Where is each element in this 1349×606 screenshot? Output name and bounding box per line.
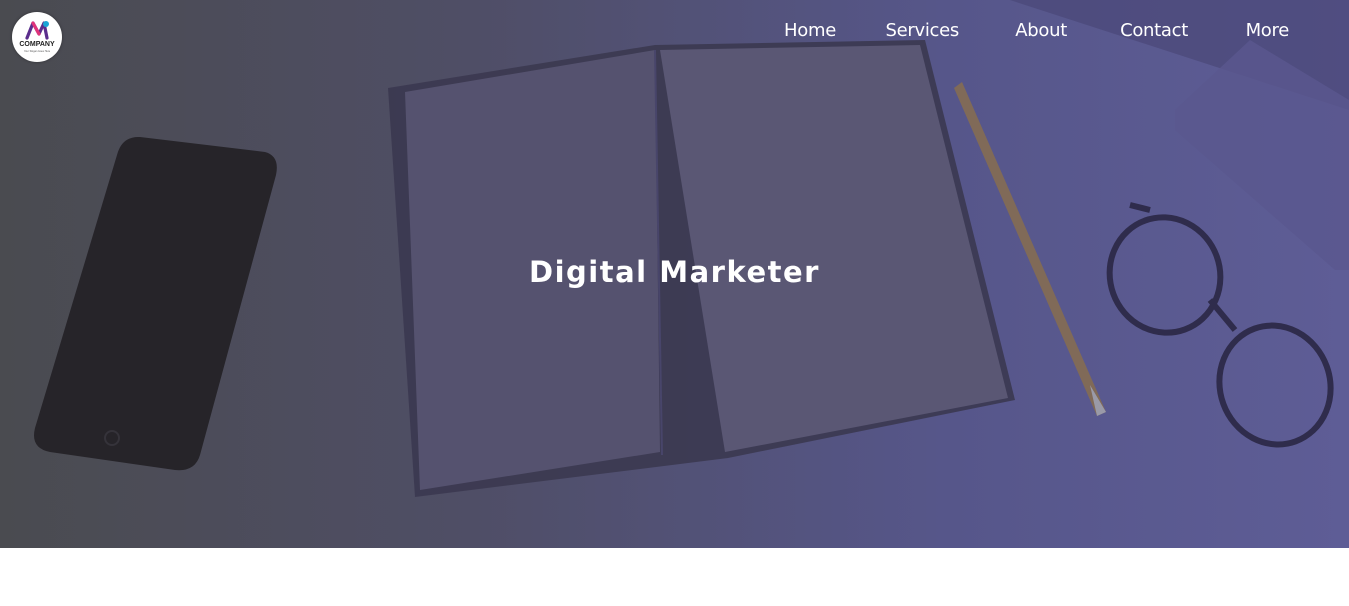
company-logo[interactable]: COMPANY Your Slogan Goes Here <box>12 12 62 62</box>
nav-contact[interactable]: Contact <box>1120 20 1188 41</box>
hero-title: Digital Marketer <box>529 255 820 289</box>
phone-graphic <box>34 136 277 471</box>
logo-mark-icon <box>25 21 49 40</box>
nav-services[interactable]: Services <box>885 20 959 41</box>
hero-section: COMPANY Your Slogan Goes Here Home Servi… <box>0 0 1349 548</box>
nav-about[interactable]: About <box>1015 20 1067 41</box>
logo-wordmark: COMPANY <box>19 41 55 48</box>
nav-more[interactable]: More <box>1246 20 1290 41</box>
nav-home[interactable]: Home <box>784 20 836 41</box>
logo-tagline: Your Slogan Goes Here <box>23 50 51 53</box>
